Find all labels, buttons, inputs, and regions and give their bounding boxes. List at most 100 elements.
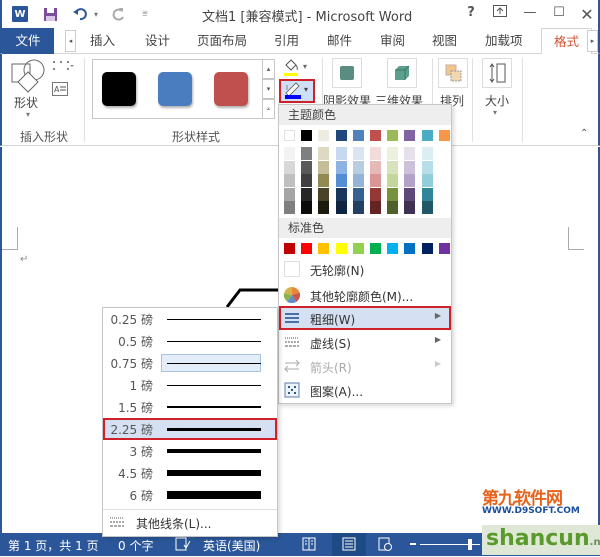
size-dropdown-icon[interactable]: ▾: [493, 108, 497, 117]
word-count[interactable]: 0 个字: [118, 537, 153, 554]
theme-shade-swatch[interactable]: [370, 187, 381, 201]
standard-color-swatch[interactable]: [335, 243, 347, 254]
word-app-icon[interactable]: W: [12, 6, 28, 22]
theme-shade-swatch[interactable]: [335, 160, 347, 174]
arrows-item[interactable]: 箭头(R) ▶: [279, 354, 451, 378]
web-layout-icon[interactable]: [378, 537, 392, 554]
theme-shade-swatch[interactable]: [370, 147, 381, 160]
language[interactable]: 英语(美国): [203, 537, 260, 554]
gallery-scroll-up-icon[interactable]: ▴: [262, 59, 275, 79]
3d-effects-icon[interactable]: [387, 58, 417, 88]
tab-references[interactable]: 引用: [274, 28, 299, 54]
tab-file[interactable]: 文件: [2, 28, 54, 54]
theme-shade-swatch[interactable]: [370, 160, 381, 174]
theme-shade-swatch[interactable]: [370, 201, 381, 214]
theme-color-swatch[interactable]: [335, 130, 347, 141]
standard-color-swatch[interactable]: [404, 243, 416, 254]
minimize-icon[interactable]: —: [520, 5, 540, 20]
arrange-icon[interactable]: [438, 58, 468, 88]
theme-shade-swatch[interactable]: [352, 147, 364, 160]
shapes-button[interactable]: 形状: [14, 94, 38, 111]
theme-shade-swatch[interactable]: [421, 147, 433, 160]
gallery-more-icon[interactable]: ⩡: [262, 99, 275, 119]
customize-qat-icon[interactable]: ⩸: [137, 6, 153, 22]
theme-shade-swatch[interactable]: [318, 174, 330, 187]
shape-style-swatch[interactable]: [102, 72, 136, 106]
ribbon-display-icon[interactable]: [490, 5, 510, 21]
weight-option[interactable]: 2.25 磅: [103, 418, 277, 440]
theme-shade-swatch[interactable]: [387, 201, 399, 214]
theme-shade-swatch[interactable]: [335, 147, 347, 160]
theme-shade-swatch[interactable]: [335, 174, 347, 187]
weight-option[interactable]: 3 磅: [103, 440, 277, 462]
shapes-dropdown-icon[interactable]: ▾: [26, 110, 30, 119]
shape-outline-button[interactable]: ▾: [279, 79, 315, 103]
weight-option[interactable]: 0.75 磅: [103, 352, 277, 374]
weight-option[interactable]: 4.5 磅: [103, 462, 277, 484]
theme-color-swatch[interactable]: [352, 130, 364, 141]
close-icon[interactable]: ✕: [577, 5, 597, 24]
weight-option[interactable]: 1.5 磅: [103, 396, 277, 418]
standard-color-swatch[interactable]: [318, 243, 330, 254]
tab-insert[interactable]: 插入: [90, 28, 115, 54]
theme-shade-swatch[interactable]: [301, 174, 313, 187]
standard-color-swatch[interactable]: [352, 243, 364, 254]
tab-view[interactable]: 视图: [432, 28, 457, 54]
theme-shade-swatch[interactable]: [387, 147, 399, 160]
theme-color-swatch[interactable]: [387, 130, 399, 141]
theme-color-swatch[interactable]: [438, 130, 450, 141]
theme-shade-swatch[interactable]: [404, 147, 416, 160]
theme-color-swatch[interactable]: [370, 130, 381, 141]
read-mode-icon[interactable]: [302, 537, 316, 554]
maximize-icon[interactable]: ☐: [549, 5, 569, 20]
zoom-slider-thumb[interactable]: [468, 539, 472, 550]
theme-shade-swatch[interactable]: [284, 187, 295, 201]
tab-review[interactable]: 审阅: [380, 28, 405, 54]
theme-color-swatch[interactable]: [284, 130, 295, 141]
theme-shade-swatch[interactable]: [318, 187, 330, 201]
theme-shade-swatch[interactable]: [404, 187, 416, 201]
theme-shade-swatch[interactable]: [284, 174, 295, 187]
tab-scroll-right-icon[interactable]: ▸: [587, 30, 598, 52]
standard-color-swatch[interactable]: [421, 243, 433, 254]
print-layout-icon[interactable]: [332, 533, 366, 556]
tab-design[interactable]: 设计: [145, 28, 170, 54]
theme-shade-swatch[interactable]: [421, 174, 433, 187]
size-button[interactable]: 大小: [485, 92, 509, 109]
standard-color-swatch[interactable]: [301, 243, 313, 254]
theme-shade-swatch[interactable]: [387, 174, 399, 187]
save-icon[interactable]: [42, 6, 58, 22]
theme-shade-swatch[interactable]: [284, 201, 295, 214]
resize-grip-icon[interactable]: ····: [181, 533, 195, 542]
theme-shade-swatch[interactable]: [352, 201, 364, 214]
theme-shade-swatch[interactable]: [352, 174, 364, 187]
theme-shade-swatch[interactable]: [284, 160, 295, 174]
shape-style-swatch[interactable]: [214, 72, 248, 106]
tab-format[interactable]: 格式: [541, 28, 592, 55]
redo-icon[interactable]: [110, 6, 126, 22]
dashes-item[interactable]: 虚线(S) ▶: [279, 330, 451, 354]
tab-page-layout[interactable]: 页面布局: [197, 28, 247, 54]
shadow-effects-icon[interactable]: [332, 58, 362, 88]
theme-shade-swatch[interactable]: [387, 160, 399, 174]
theme-shade-swatch[interactable]: [421, 201, 433, 214]
zoom-out-button[interactable]: [410, 543, 416, 545]
help-icon[interactable]: ?: [461, 5, 481, 20]
more-outline-colors-item[interactable]: 其他轮廓颜色(M)...: [279, 283, 451, 307]
theme-shade-swatch[interactable]: [404, 174, 416, 187]
tab-scroll-left-icon[interactable]: ◂: [65, 30, 76, 52]
theme-shade-swatch[interactable]: [352, 160, 364, 174]
theme-shade-swatch[interactable]: [352, 187, 364, 201]
theme-shade-swatch[interactable]: [301, 160, 313, 174]
pattern-item[interactable]: 图案(A)...: [279, 378, 451, 402]
theme-shade-swatch[interactable]: [301, 201, 313, 214]
theme-shade-swatch[interactable]: [318, 147, 330, 160]
collapse-ribbon-icon[interactable]: ⌃: [580, 128, 588, 139]
theme-shade-swatch[interactable]: [421, 187, 433, 201]
theme-shade-swatch[interactable]: [421, 160, 433, 174]
theme-shade-swatch[interactable]: [335, 187, 347, 201]
weight-option[interactable]: 6 磅: [103, 484, 277, 506]
weight-option[interactable]: 0.5 磅: [103, 330, 277, 352]
theme-shade-swatch[interactable]: [404, 201, 416, 214]
weight-option[interactable]: 0.25 磅: [103, 308, 277, 330]
